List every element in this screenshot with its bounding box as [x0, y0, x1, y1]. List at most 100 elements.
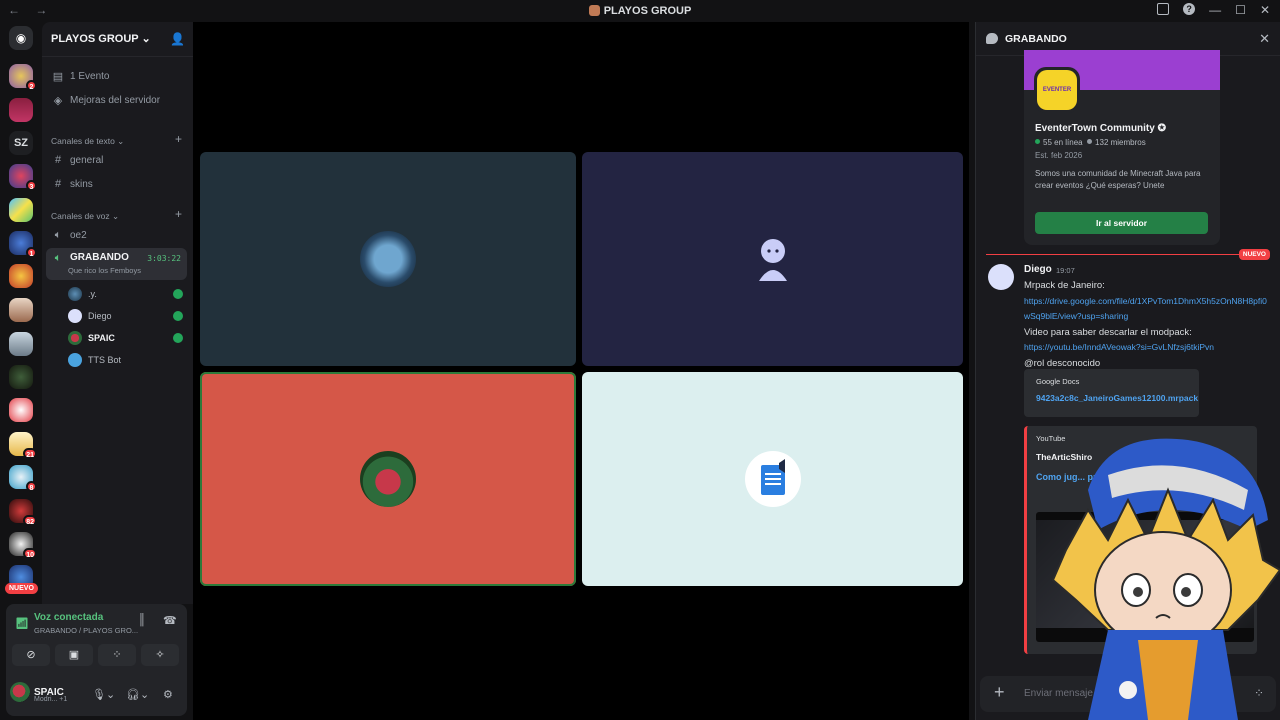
channel-general[interactable]: # general — [46, 149, 187, 171]
avatar — [360, 231, 416, 287]
server-icon-5[interactable]: 1 — [9, 231, 37, 258]
user-panel: 📶︎ Voz conectada GRABANDO / PLAYOS GRO..… — [6, 604, 187, 716]
invite-people-icon[interactable]: 👤 — [170, 32, 185, 46]
call-buttons: ⊘ ▣ ⁘ ✧ — [12, 644, 179, 666]
user-info[interactable]: SPAIC Modri... +1 — [10, 682, 68, 703]
status-icon — [173, 289, 183, 299]
avatar — [68, 331, 82, 345]
close-button[interactable]: ✕ — [1260, 3, 1270, 17]
server-invite-card: EVENTER EventerTown Community ✪ 55 en lí… — [1024, 50, 1220, 245]
voice-connected-sub[interactable]: GRABANDO / PLAYOS GRO... — [34, 626, 138, 635]
category-voice[interactable]: Canales de voz ⌄ — [51, 211, 119, 222]
avatar — [68, 353, 82, 367]
participant-tile[interactable] — [582, 152, 963, 366]
voice-connected-label[interactable]: Voz conectada — [34, 612, 103, 623]
participant-tile-speaking[interactable] — [200, 372, 576, 586]
server-icon-8[interactable] — [9, 332, 33, 356]
boost-icon: ◈ — [53, 94, 63, 107]
chat-bubble-icon — [986, 33, 998, 44]
new-badge[interactable]: NUEVO — [5, 583, 38, 594]
status-icon — [173, 333, 183, 343]
close-icon[interactable]: ✕ — [1259, 31, 1270, 47]
avatar — [360, 451, 416, 507]
server-icon-11[interactable]: 21 — [9, 432, 37, 459]
server-icon-1[interactable]: 2 — [9, 64, 37, 91]
maximize-button[interactable]: ☐ — [1235, 3, 1246, 17]
message-author[interactable]: Diego — [1024, 264, 1052, 275]
speaker-icon: 🔈︎ — [54, 228, 62, 241]
drive-link[interactable]: https://drive.google.com/file/d/1XPvTom1… — [1024, 294, 1269, 325]
server-icon-9[interactable] — [9, 365, 33, 389]
avatar — [758, 239, 787, 281]
new-tag: NUEVO — [1238, 249, 1270, 260]
hash-icon: # — [54, 178, 62, 190]
user-status: Modri... +1 — [34, 696, 68, 703]
server-icon-7[interactable] — [9, 298, 33, 322]
join-server-button[interactable]: Ir al servidor — [1035, 212, 1208, 234]
invite-stats: 55 en línea 132 miembros — [1035, 138, 1146, 147]
voice-channel-grabando[interactable]: 🔈︎ GRABANDO 3:03:22 Que rico los Femboys — [46, 248, 187, 280]
signal-icon: 📶︎ — [15, 618, 29, 630]
server-icon-2[interactable] — [9, 98, 33, 122]
divider — [42, 56, 193, 57]
call-timer: 3:03:22 — [147, 254, 181, 263]
microphone-icon[interactable]: 🎙︎⌄ — [92, 688, 115, 701]
window-controls: ? — ☐ ✕ — [1157, 3, 1270, 17]
help-icon[interactable]: ? — [1183, 3, 1196, 15]
status-icon — [173, 311, 183, 321]
avatar — [10, 682, 30, 702]
server-icon-4[interactable] — [9, 198, 33, 222]
server-icon-14[interactable]: 10 — [9, 532, 37, 559]
inbox-icon[interactable] — [1157, 3, 1170, 15]
message-timestamp: 19:07 — [1056, 266, 1075, 275]
overlay-character-sticker — [1051, 438, 1280, 720]
avatar[interactable] — [988, 264, 1014, 290]
window-title: PLAYOS GROUP — [0, 5, 1280, 17]
channel-status: Que rico los Femboys — [68, 266, 141, 275]
channel-skins[interactable]: # skins — [46, 173, 187, 195]
soundboard-button[interactable]: ✧ — [141, 644, 179, 666]
camera-off-button[interactable]: ⊘ — [12, 644, 50, 666]
server-icon-10[interactable] — [9, 398, 33, 422]
headphones-icon[interactable]: 🎧︎⌄ — [126, 688, 149, 701]
voice-member[interactable]: SPAIC — [68, 329, 183, 347]
settings-gear-icon[interactable]: ⚙ — [163, 688, 173, 701]
server-icon-6[interactable] — [9, 264, 33, 288]
invite-established: Est. feb 2026 — [1035, 151, 1083, 160]
add-attachment-icon[interactable]: + — [994, 682, 1005, 703]
noise-suppression-icon[interactable]: ║ — [138, 614, 146, 626]
hash-icon: # — [54, 154, 62, 166]
participant-tile[interactable] — [200, 152, 576, 366]
server-icon-12[interactable]: 8 — [9, 465, 37, 492]
server-icon-13[interactable]: 82 — [9, 499, 37, 526]
server-icon — [588, 5, 600, 16]
activities-button[interactable]: ⁘ — [98, 644, 136, 666]
screen-share-button[interactable]: ▣ — [55, 644, 93, 666]
server-name[interactable]: PLAYOS GROUP ⌄ — [51, 32, 151, 45]
voice-member[interactable]: TTS Bot — [68, 351, 183, 369]
embed-title-link[interactable]: 9423a2c8c_JaneiroGames12100.mrpack — [1036, 393, 1198, 403]
calendar-icon: ▤ — [52, 70, 64, 83]
youtube-link[interactable]: https://youtu.be/InndAVeowak?si=GvLNfzsj… — [1024, 340, 1269, 356]
chat-header: GRABANDO — [986, 33, 1067, 45]
sidebar-item-events[interactable]: ▤ 1 Evento — [46, 65, 187, 87]
voice-member[interactable]: Diego — [68, 307, 183, 325]
participant-tile[interactable] — [582, 372, 963, 586]
sidebar-item-boosts[interactable]: ◈ Mejoras del servidor — [46, 89, 187, 111]
server-icon-sz[interactable]: SZ — [9, 131, 33, 155]
add-text-channel-icon[interactable]: + — [175, 132, 182, 146]
category-text[interactable]: Canales de texto ⌄ — [51, 136, 124, 147]
video-stage — [193, 22, 969, 720]
message-body: Mrpack de Janeiro: https://drive.google.… — [1024, 278, 1269, 371]
tts-bot-avatar — [744, 451, 801, 507]
discord-home-icon[interactable]: ◉ — [9, 26, 33, 50]
disconnect-icon[interactable]: ☎ — [163, 614, 177, 627]
invite-server-name: EventerTown Community ✪ — [1035, 123, 1166, 134]
google-docs-embed: Google Docs 9423a2c8c_JaneiroGames12100.… — [1024, 369, 1199, 417]
minimize-button[interactable]: — — [1209, 3, 1221, 17]
server-icon-3[interactable]: 3 — [9, 164, 37, 191]
add-voice-channel-icon[interactable]: + — [175, 207, 182, 221]
voice-member[interactable]: .y. — [68, 285, 183, 303]
voice-channel-oe2[interactable]: 🔈︎ oe2 — [46, 224, 187, 246]
avatar — [68, 309, 82, 323]
